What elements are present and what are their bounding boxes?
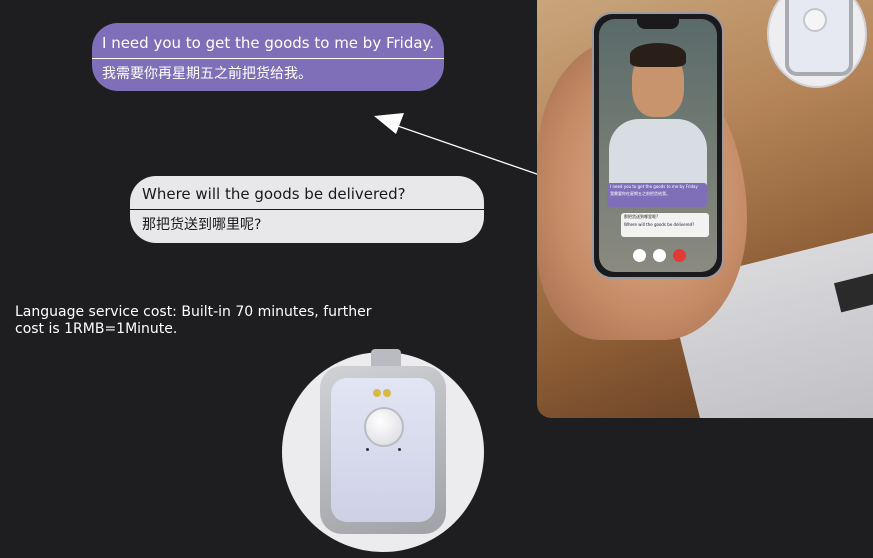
video-call-screen: I need you to get the goods to me by Fri… [599, 19, 717, 272]
mini-incoming-chinese: 那把货送到哪里呢? [624, 214, 659, 219]
phone-notch [637, 19, 679, 29]
device-inset-button [803, 8, 827, 32]
incoming-message-chinese: 那把货送到哪里呢? [142, 217, 262, 233]
mini-incoming-bubble: 那把货送到哪里呢? Where will the goods be delive… [621, 213, 709, 237]
device-round-button [364, 407, 404, 447]
mini-outgoing-chinese: 我需要你在星期五之前把货给我。 [610, 191, 670, 196]
bubble-divider [130, 209, 484, 210]
camera-icon[interactable] [653, 249, 666, 262]
outgoing-message-bubble: I need you to get the goods to me by Fri… [92, 23, 444, 91]
smartphone: I need you to get the goods to me by Fri… [592, 12, 724, 279]
microphone-icon[interactable] [633, 249, 646, 262]
bubble-divider [92, 58, 444, 59]
caller-hair [630, 43, 686, 67]
mini-incoming-english: Where will the goods be delivered? [624, 222, 695, 227]
device-mic-hole [398, 448, 401, 451]
outgoing-message-english: I need you to get the goods to me by Fri… [102, 34, 435, 52]
end-call-icon[interactable] [673, 249, 686, 262]
incoming-message-bubble: Where will the goods be delivered? 那把货送到… [130, 176, 484, 243]
device-ring-holder [371, 349, 401, 367]
language-service-cost-text: Language service cost: Built-in 70 minut… [15, 304, 372, 337]
device-led-icon [373, 389, 381, 397]
device-mic-hole [366, 448, 369, 451]
device-body [331, 378, 435, 522]
incoming-message-english: Where will the goods be delivered? [142, 185, 406, 203]
device-led-icon [383, 389, 391, 397]
outgoing-message-chinese: 我需要你再星期五之前把货给我。 [102, 66, 312, 82]
mini-outgoing-english: I need you to get the goods to me by Fri… [610, 184, 698, 189]
mini-outgoing-bubble: I need you to get the goods to me by Fri… [607, 183, 707, 207]
